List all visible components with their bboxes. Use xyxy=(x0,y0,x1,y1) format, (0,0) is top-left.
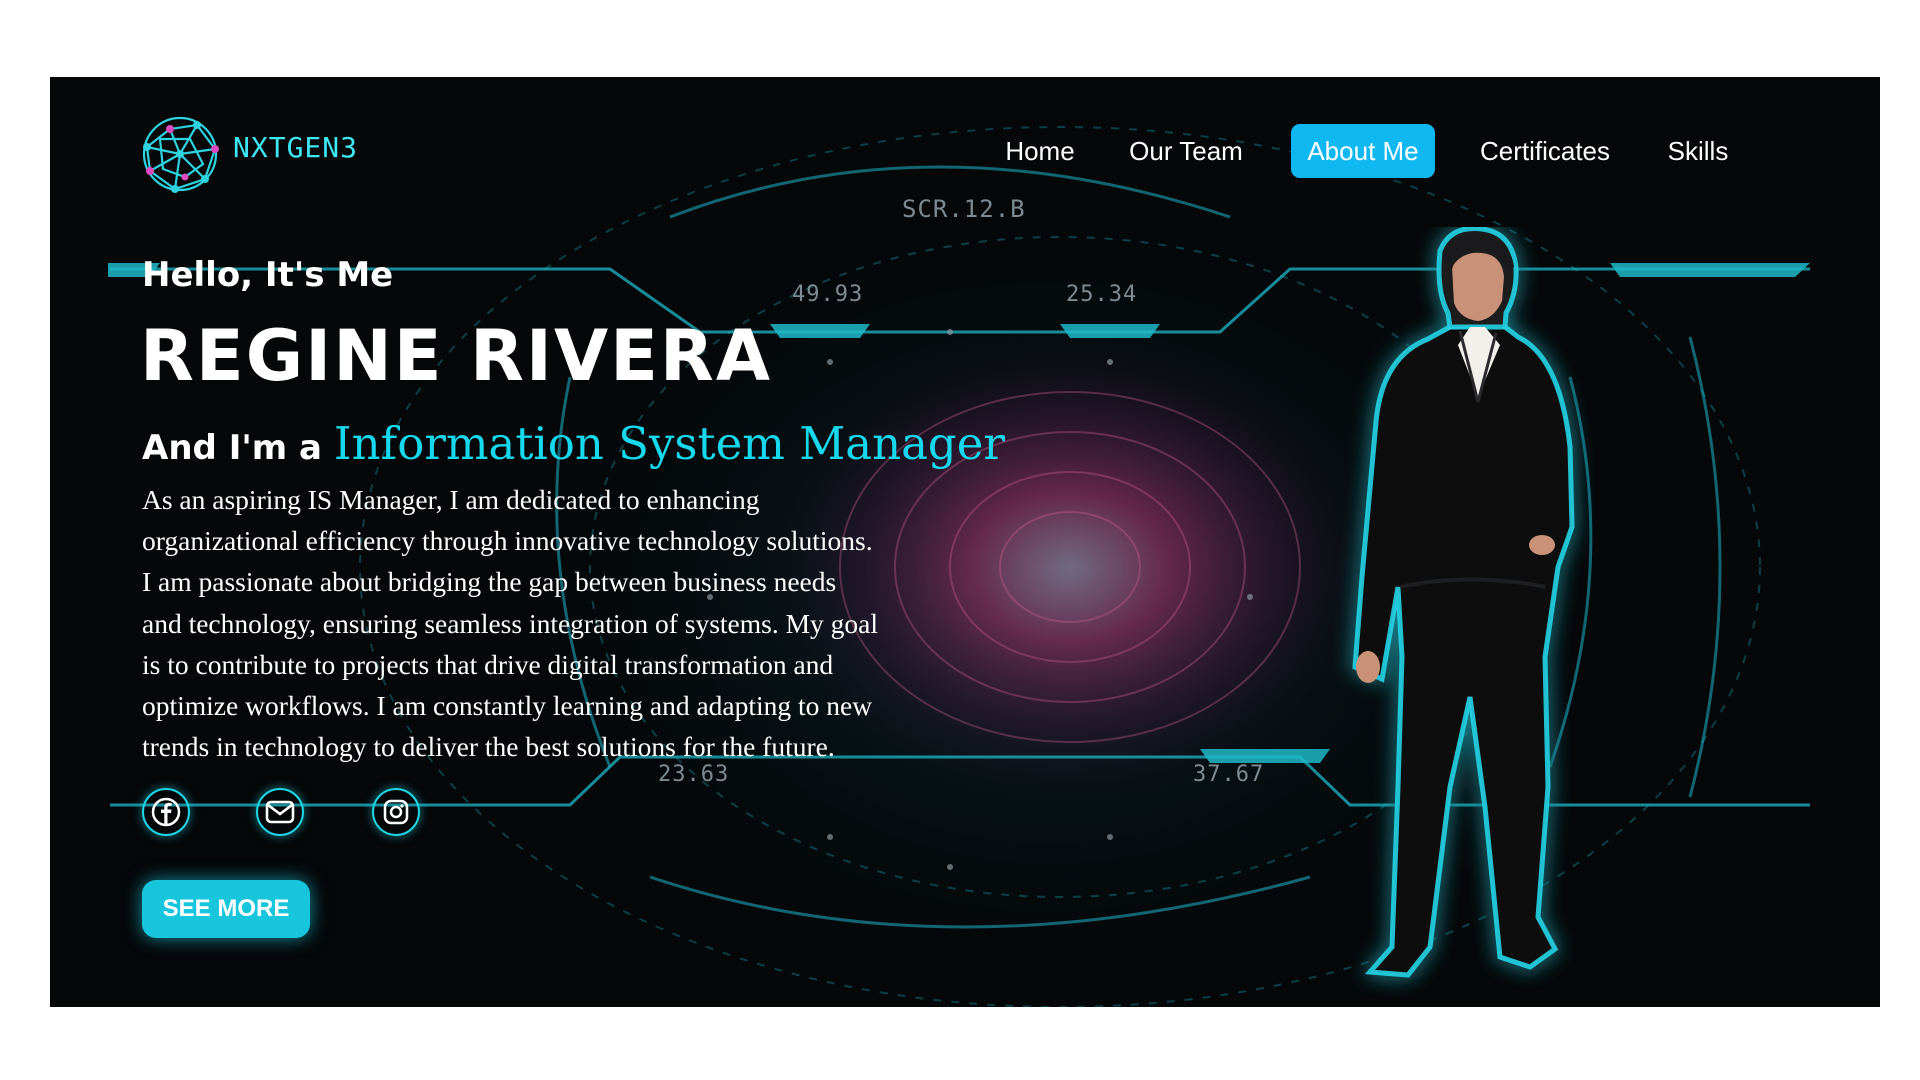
brand-name[interactable]: NXTGEN3 xyxy=(233,131,358,164)
profile-photo xyxy=(1352,227,1575,978)
facebook-icon xyxy=(151,797,181,827)
bio-line: and technology, ensuring seamless integr… xyxy=(142,607,879,639)
site-header: NXTGEN3 Home Our Team About Me Certifica… xyxy=(50,77,1880,227)
nav-certificates[interactable]: Certificates xyxy=(1467,124,1623,178)
role-heading: And I'm a Information System Manager xyxy=(142,417,1005,470)
hero-section: SCR.12.B 49.93 25.34 23.63 37.67 NXTGEN3… xyxy=(50,77,1880,1007)
nav-about-me[interactable]: About Me xyxy=(1291,124,1435,178)
bio-line: As an aspiring IS Manager, I am dedicate… xyxy=(142,484,760,515)
facebook-button[interactable] xyxy=(142,788,190,836)
instagram-icon xyxy=(383,799,409,825)
nav-skills[interactable]: Skills xyxy=(1656,124,1740,178)
page-title: REGINE RIVERA xyxy=(140,315,773,397)
nav-our-team[interactable]: Our Team xyxy=(1116,124,1256,178)
bio-paragraph: As an aspiring IS Manager, I am dedicate… xyxy=(142,479,1042,767)
role-prefix: And I'm a xyxy=(142,428,322,468)
hud-value: 37.67 xyxy=(1193,762,1265,787)
bio-line: trends in technology to deliver the best… xyxy=(142,731,835,763)
greeting: Hello, It's Me xyxy=(142,255,394,295)
hud-value: 25.34 xyxy=(1066,282,1138,307)
network-globe-icon[interactable] xyxy=(135,109,225,199)
nav-home[interactable]: Home xyxy=(985,124,1095,178)
bio-line: is to contribute to projects that drive … xyxy=(142,648,834,680)
email-button[interactable] xyxy=(256,788,304,836)
bio-line: organizational efficiency through innova… xyxy=(142,525,873,557)
mail-icon xyxy=(265,800,295,824)
bio-line: optimize workflows. I am constantly lear… xyxy=(142,690,873,722)
bio-line: I am passionate about bridging the gap b… xyxy=(142,566,837,598)
see-more-button[interactable]: SEE MORE xyxy=(142,880,310,938)
hud-value: 49.93 xyxy=(792,282,864,307)
role-highlight: Information System Manager xyxy=(333,417,1005,470)
instagram-button[interactable] xyxy=(372,788,420,836)
